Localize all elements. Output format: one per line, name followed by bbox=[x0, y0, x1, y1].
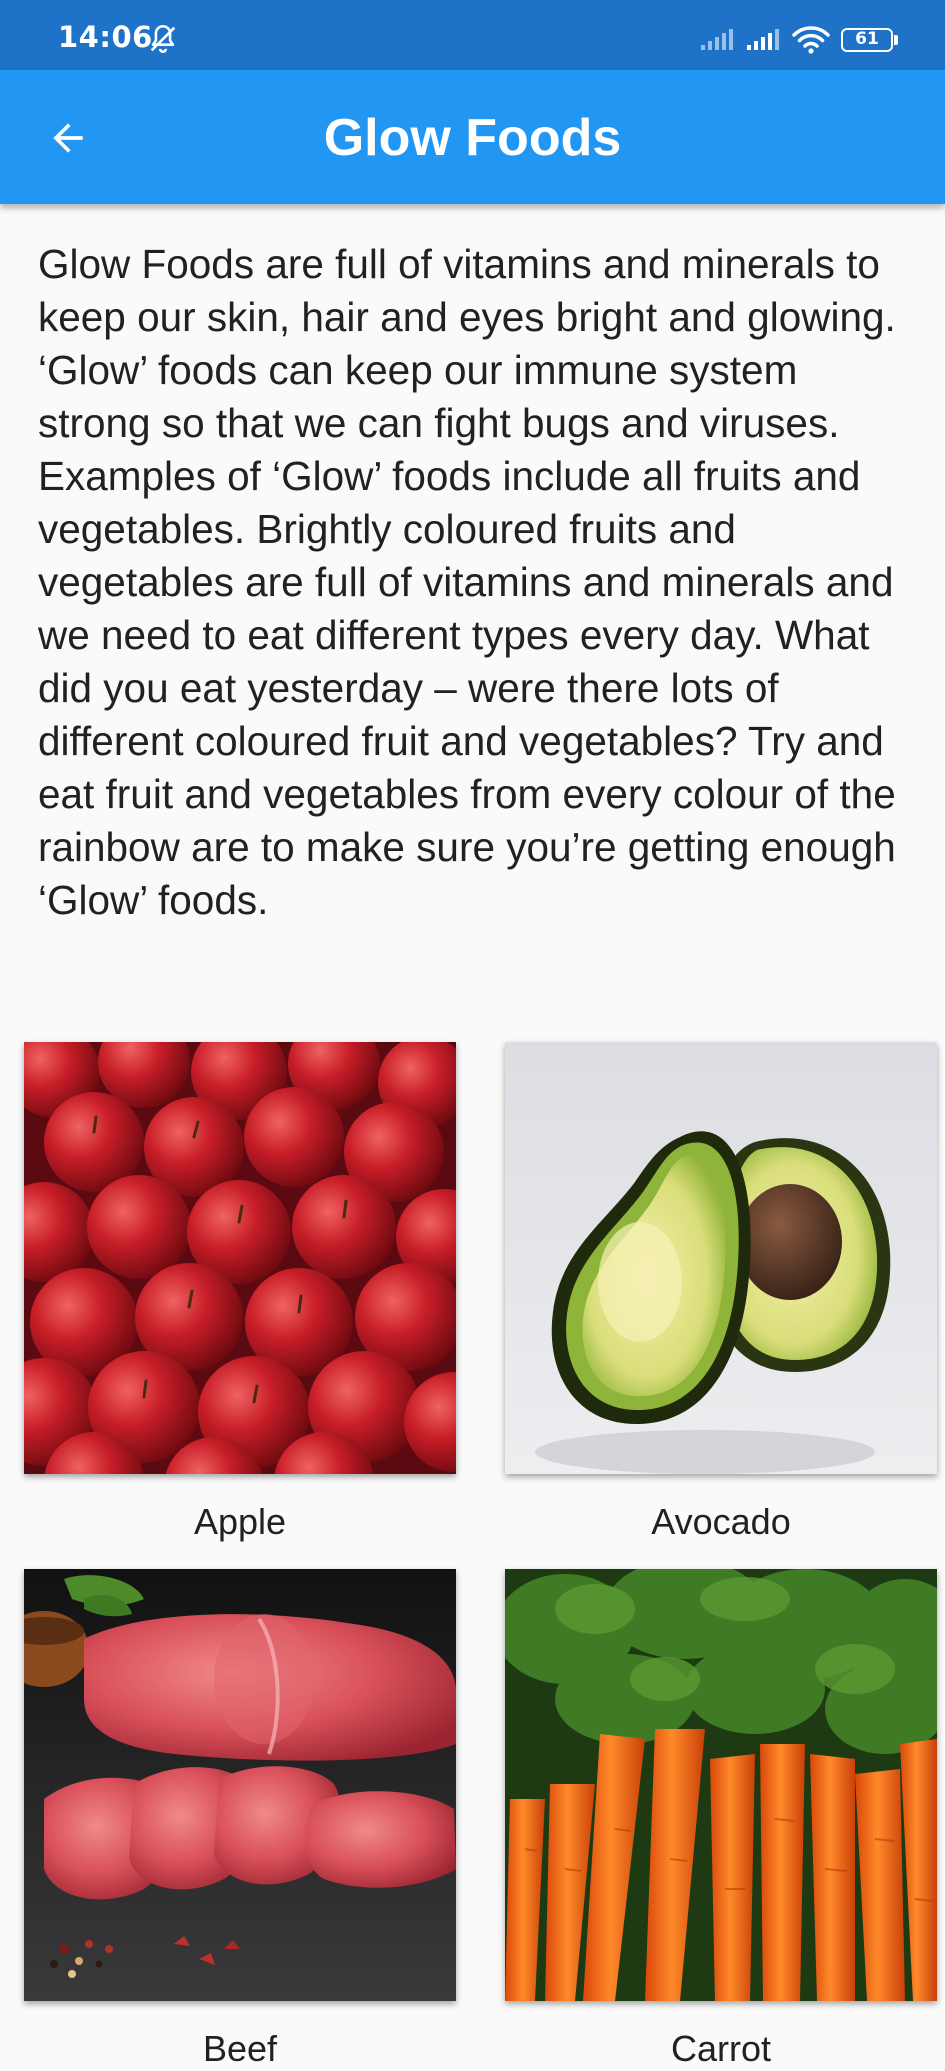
beef-label: Beef bbox=[202, 2028, 278, 2069]
description-text: Glow Foods are full of vitamins and mine… bbox=[38, 241, 896, 923]
grid-item-apple[interactable]: Apple bbox=[24, 1042, 456, 1544]
grid-item-beef[interactable]: Beef bbox=[24, 1569, 456, 2071]
app-bar: Glow Foods bbox=[0, 70, 945, 204]
avocado-image[interactable] bbox=[505, 1042, 937, 1474]
status-bar: 14:06 61 bbox=[0, 0, 945, 70]
carrot-image[interactable] bbox=[505, 1569, 937, 2001]
carrot-label: Carrot bbox=[670, 2028, 772, 2069]
signal-1-icon bbox=[701, 29, 733, 50]
status-icons: 61 bbox=[699, 24, 898, 56]
notifications-muted-icon bbox=[150, 24, 176, 53]
beef-image[interactable] bbox=[24, 1569, 456, 2001]
battery-indicator: 61 bbox=[841, 28, 898, 52]
page-title: Glow Foods bbox=[323, 109, 622, 167]
avocado-label: Avocado bbox=[651, 1501, 791, 1542]
wifi-icon bbox=[792, 26, 830, 54]
apple-label: Apple bbox=[193, 1501, 287, 1542]
apple-image[interactable] bbox=[24, 1042, 456, 1474]
grid-item-avocado[interactable]: Avocado bbox=[505, 1042, 937, 1544]
status-time: 14:06 bbox=[58, 20, 153, 54]
grid-item-carrot[interactable]: Carrot bbox=[505, 1569, 937, 2071]
signal-2-icon bbox=[747, 29, 779, 50]
